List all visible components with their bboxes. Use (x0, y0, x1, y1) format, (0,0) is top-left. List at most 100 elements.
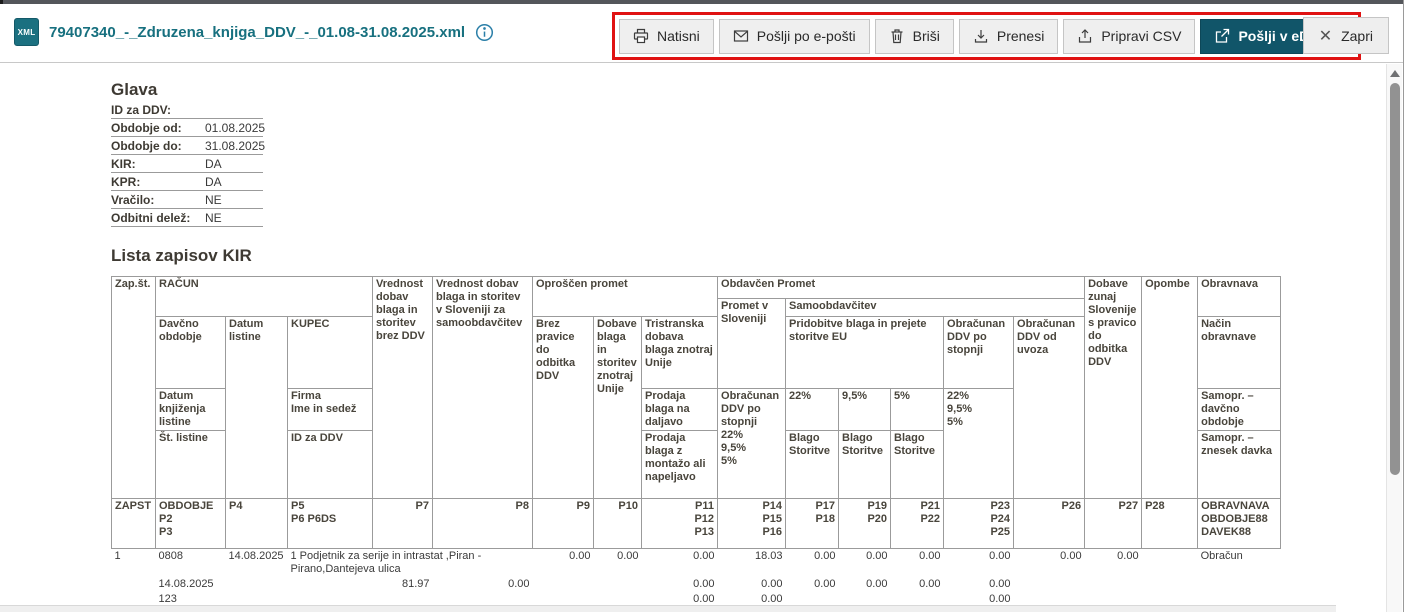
zapst-c8: P10 (593, 498, 642, 549)
col-datum-knjizenja: Datum knjiženja listine (155, 388, 226, 431)
glava-row: Vračilo: NE (111, 191, 263, 209)
cell-p22: 0.00 (919, 578, 941, 590)
cell-p9: 0.00 (569, 550, 591, 562)
col-datum-listine: Datum listine (225, 316, 288, 499)
zapst-c14: P23 P24 P25 (943, 498, 1015, 549)
cell-p19: 0.00 (866, 550, 888, 562)
envelope-icon (733, 30, 748, 42)
col-obdavcen-promet: Obdavčen Promet (717, 276, 1086, 299)
scrollbar-thumb[interactable] (1390, 83, 1400, 475)
horizontal-scrollbar-track[interactable] (0, 605, 1336, 612)
col-dobave-zunaj: Dobave zunaj Slovenije s pravico do odbi… (1084, 276, 1143, 499)
prepare-csv-label: Pripravi CSV (1101, 28, 1182, 44)
cell-p8: 0.00 (508, 578, 530, 590)
col-obracunan-stopnja: Obračunan DDV po stopnji (943, 316, 1015, 389)
cell-p7: 81.97 (401, 578, 430, 590)
col-pct-5: 5% (890, 388, 945, 431)
file-title: XML 79407340_-_Zdruzena_knjiga_DDV_-_01.… (14, 18, 494, 46)
vertical-scrollbar[interactable] (1386, 64, 1402, 612)
kir-record-row: 1 0808 14.08.2025 1 Podjetnik za serije … (112, 549, 1281, 578)
col-prodaja-montaza: Prodaja blaga z montažo ali napeljavo (640, 430, 719, 499)
print-button[interactable]: Natisni (619, 18, 714, 54)
external-link-icon (1216, 28, 1230, 43)
glava-title: Glava (111, 80, 158, 99)
zapst-c10: P14 P15 P16 (717, 498, 787, 549)
col-blago-storitve-22: Blago Storitve (785, 430, 840, 499)
col-kupec: KUPEC (287, 316, 373, 389)
glava-row: KIR: DA (111, 155, 263, 173)
col-pridobitve-eu: Pridobitve blaga in prejete storitve EU (785, 316, 945, 389)
col-firma: Firma Ime in sedež (287, 388, 373, 431)
col-promet-slovenija: Promet v Sloveniji (717, 298, 787, 389)
zapst-c17: P28 (1141, 498, 1199, 549)
col-obravnava: Obravnava (1197, 276, 1282, 317)
download-label: Prenesi (996, 28, 1045, 44)
cell-obravnava: Obračun (1200, 550, 1243, 562)
cell-p24: 0.00 (989, 578, 1011, 590)
cell-p14: 18.03 (754, 550, 783, 562)
col-oproscen-promet: Oproščen promet (531, 276, 719, 317)
kir-table: Zap.št. RAČUN Vrednost dobav blaga in st… (111, 276, 1282, 608)
col-promet-si-stopnje: Obračunan DDV po stopnji 22% 9,5% 5% (717, 388, 787, 499)
info-icon[interactable] (475, 23, 494, 42)
delete-label: Briši (912, 28, 940, 44)
zapst-c15: P26 (1013, 498, 1086, 549)
glava-row: ID za DDV: (111, 101, 263, 119)
col-davcno-obdobje: Davčno obdobje (155, 316, 226, 389)
cell-datum-knjizenja: 14.08.2025 (158, 578, 214, 590)
cell-p23: 0.00 (989, 550, 1011, 562)
glava-row: Obdobje do: 31.08.2025 (111, 139, 266, 155)
cell-p10: 0.00 (617, 550, 639, 562)
cell-p21: 0.00 (919, 550, 941, 562)
col-nacin-obravnave: Način obravnave (1197, 316, 1282, 389)
zapst-c5: P7 (372, 498, 433, 549)
cell-p27: 0.00 (1117, 550, 1139, 562)
file-name: 79407340_-_Zdruzena_knjiga_DDV_-_01.08-3… (49, 23, 466, 41)
cell-p28 (1142, 549, 1198, 578)
kir-title: Lista zapisov KIR (111, 246, 252, 265)
zapst-c2: OBDOBJE P2 P3 (155, 498, 226, 549)
cell-zap: 1 (114, 550, 121, 562)
xml-file-icon: XML (14, 18, 39, 46)
col-blago-storitve-5: Blago Storitve (890, 430, 945, 499)
cell-p20: 0.00 (866, 578, 888, 590)
cell-datum: 14.08.2025 (228, 550, 284, 562)
cell-p18: 0.00 (814, 578, 836, 590)
col-pct-22: 22% (785, 388, 840, 431)
col-samoobdavcitev: Samoobdavčitev (785, 298, 1086, 317)
zapst-c9: P11 P12 P13 (640, 498, 719, 549)
col-racun: RAČUN (155, 276, 373, 317)
viewer-window: XML 79407340_-_Zdruzena_knjiga_DDV_-_01.… (0, 0, 1404, 612)
send-email-button[interactable]: Pošlji po e-pošti (718, 18, 870, 54)
col-tristranska: Tristranska dobava blaga znotraj Unije (640, 316, 719, 389)
kir-record-subrow: 14.08.2025 81.97 0.00 0.00 0.00 0.00 0.0… (112, 577, 1281, 592)
zapst-c7: P9 (532, 498, 594, 549)
glava-row: Odbitni delež: NE (111, 209, 263, 227)
col-pct-95: 9,5% (838, 388, 892, 431)
zapst-c12: P19 P20 (838, 498, 892, 549)
zapst-c11: P17 P18 (785, 498, 840, 549)
cell-p26: 0.00 (1060, 550, 1082, 562)
delete-button[interactable]: Briši (874, 18, 954, 54)
col-id-ddv: ID za DDV (287, 430, 373, 499)
header-bar: XML 79407340_-_Zdruzena_knjiga_DDV_-_01.… (0, 4, 1403, 63)
print-label: Natisni (657, 28, 700, 44)
close-button[interactable]: ✕ Zapri (1302, 17, 1389, 54)
col-samopr-obdobje: Samopr. – davčno obdobje (1197, 388, 1282, 431)
cell-p17: 0.00 (814, 550, 836, 562)
send-email-label: Pošlji po e-pošti (756, 28, 856, 44)
printer-icon (633, 28, 649, 44)
col-samopr-znesek: Samopr. – znesek davka (1197, 430, 1282, 499)
col-p7: Vrednost dobav blaga in storitev brez DD… (372, 276, 433, 499)
col-blago-storitve-95: Blago Storitve (838, 430, 892, 499)
cell-p11: 0.00 (693, 550, 715, 562)
cell-p12: 0.00 (693, 578, 715, 590)
close-label: Zapri (1341, 27, 1373, 44)
download-button[interactable]: Prenesi (958, 18, 1059, 54)
glava-table: ID za DDV: Obdobje od: 01.08.2025 Obdobje… (111, 101, 266, 227)
cell-kupec: 1 Podjetnik za serije in intrastat ,Pira… (290, 550, 482, 575)
prepare-csv-button[interactable]: Pripravi CSV (1063, 18, 1196, 54)
scroll-up-arrow-icon[interactable] (1390, 70, 1400, 77)
col-opombe: Opombe (1141, 276, 1199, 499)
close-icon: ✕ (1318, 27, 1333, 45)
